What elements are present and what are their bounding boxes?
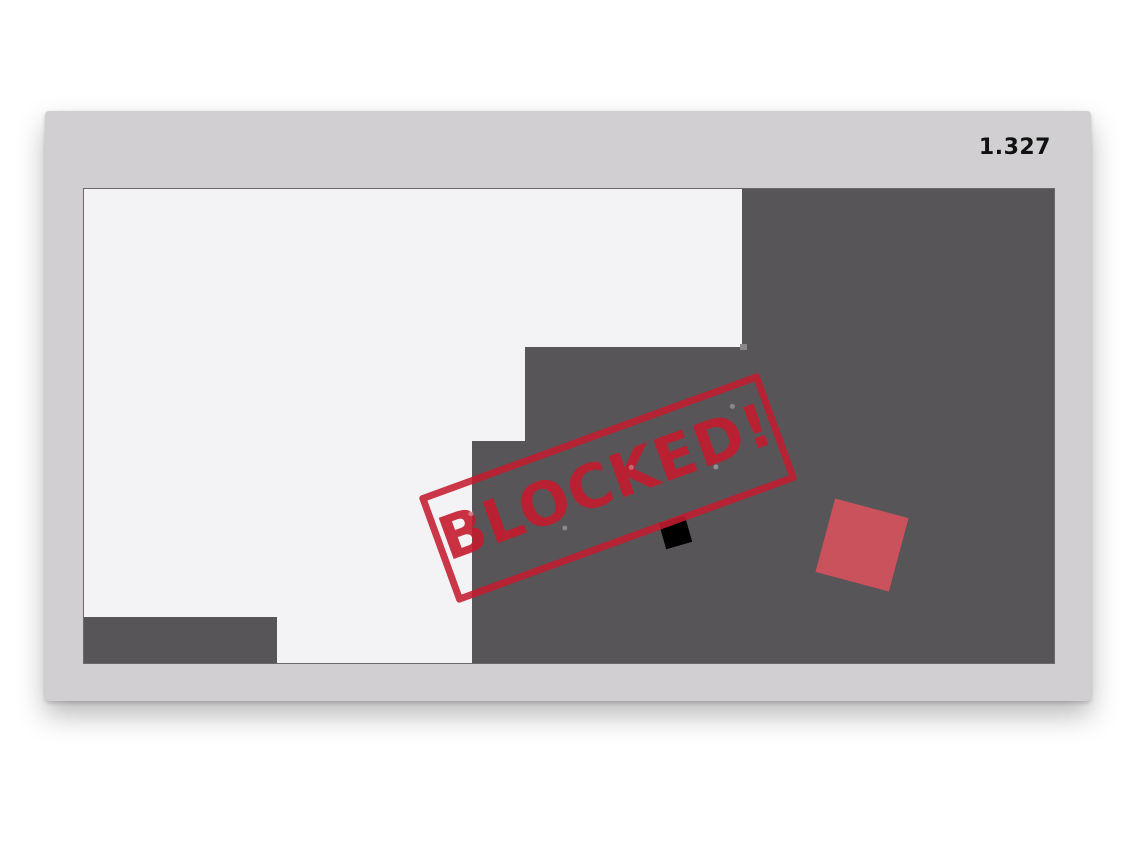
wall-block-bottom-left (84, 617, 277, 663)
game-board[interactable] (83, 188, 1055, 664)
game-window: 1.327 BLOCKED! (45, 111, 1091, 701)
score-display: 1.327 (978, 135, 1051, 160)
ledge-edge (740, 344, 747, 350)
wall-block-middle-lower (472, 441, 752, 663)
wall-block-right (742, 189, 1054, 663)
